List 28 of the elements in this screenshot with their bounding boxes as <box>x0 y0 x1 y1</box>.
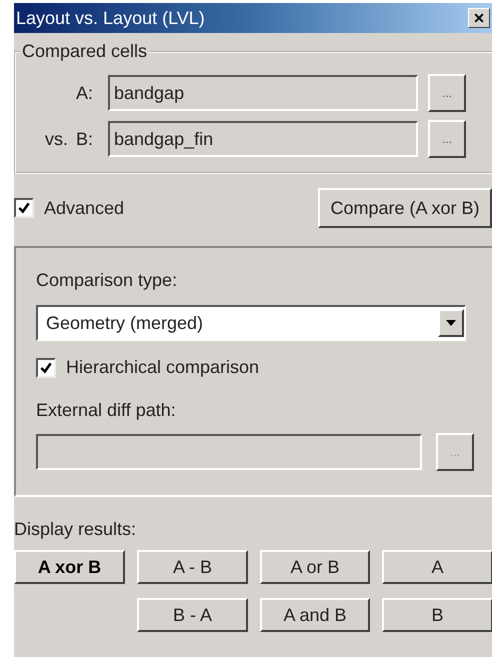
compare-button[interactable]: Compare (A xor B) <box>318 188 492 228</box>
browse-button[interactable]: ... <box>428 74 466 112</box>
result-button[interactable]: B - A <box>137 598 248 632</box>
display-results-label: Display results: <box>14 519 138 540</box>
result-button[interactable]: A xor B <box>14 550 125 584</box>
field-prefix: vs. <box>44 128 68 150</box>
hierarchical-checkbox[interactable] <box>36 358 56 378</box>
result-button[interactable]: A and B <box>260 598 370 632</box>
result-button[interactable]: A - B <box>137 550 248 584</box>
group-title: Compared cells <box>21 41 148 62</box>
cell-field[interactable]: bandgap_fin <box>108 121 418 157</box>
check-icon <box>39 360 53 374</box>
advanced-checkbox[interactable] <box>14 198 34 218</box>
checkbox-label: Advanced <box>44 198 124 218</box>
result-button[interactable]: B <box>382 598 492 632</box>
comparison-type-dropdown[interactable]: Geometry (merged) <box>36 305 466 341</box>
checkbox-label: Hierarchical comparison <box>66 357 260 378</box>
close-button[interactable]: × <box>468 8 490 28</box>
result-button[interactable]: A <box>382 550 492 584</box>
external-diff-label: External diff path: <box>36 400 177 421</box>
field-label: B: <box>76 128 94 150</box>
check-icon <box>17 201 31 215</box>
result-button[interactable]: A or B <box>260 550 370 584</box>
comparison-type-label: Comparison type: <box>36 270 178 291</box>
field-label: A: <box>76 82 94 104</box>
browse-button[interactable]: ... <box>428 120 466 158</box>
cell-field[interactable]: bandgap <box>108 75 418 111</box>
window-title: Layout vs. Layout (LVL) <box>16 8 205 28</box>
